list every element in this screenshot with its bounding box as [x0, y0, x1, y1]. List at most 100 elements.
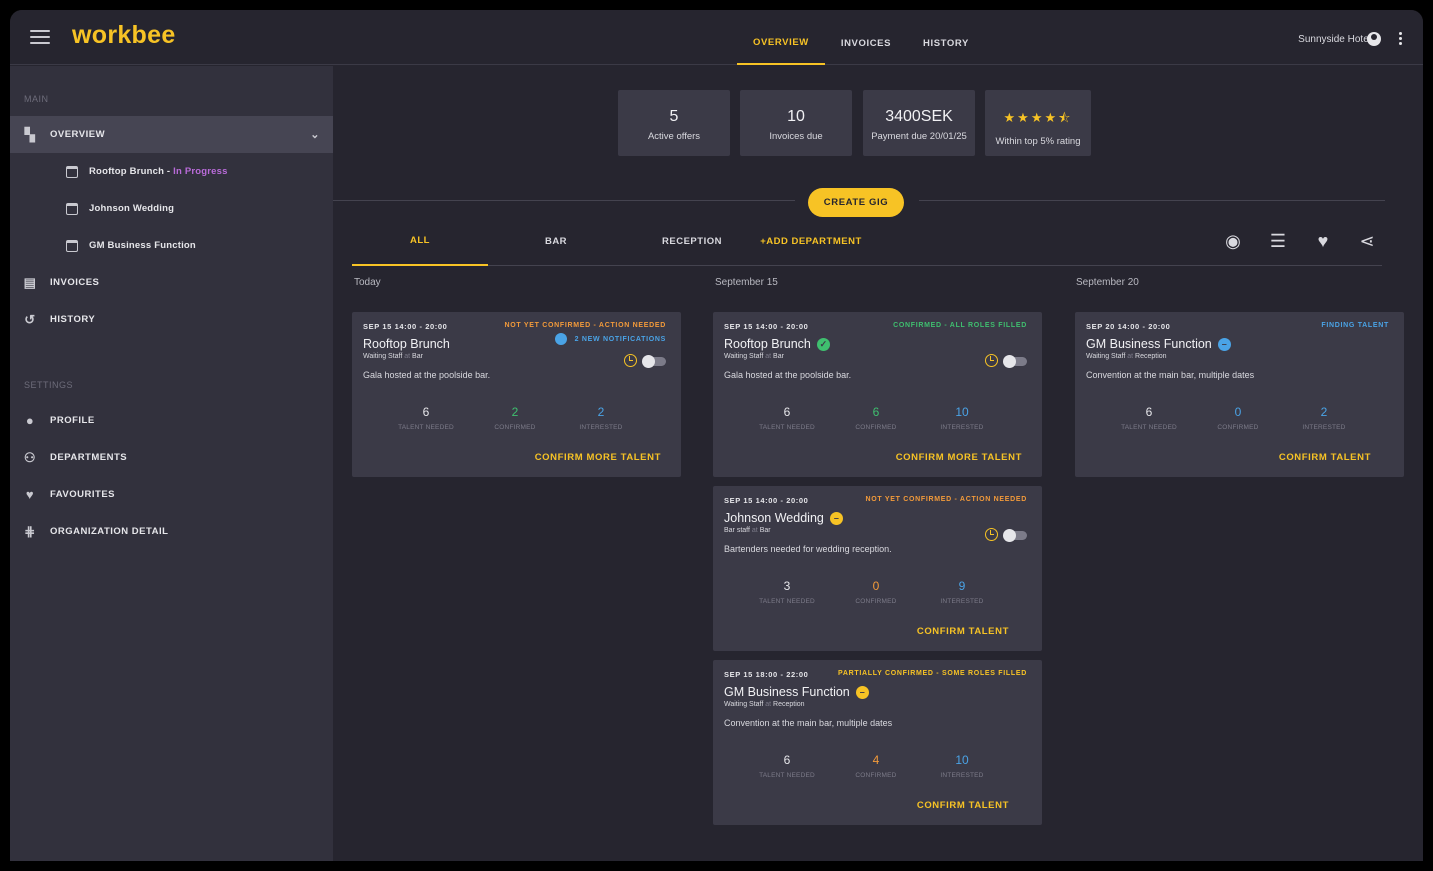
- gig-toggle[interactable]: [1003, 529, 1027, 542]
- heart-icon[interactable]: ♥: [1313, 231, 1333, 251]
- talent-interested: 10 INTERESTED: [940, 753, 984, 779]
- sidebar-subitem-johnson-wedding[interactable]: Johnson Wedding: [10, 190, 333, 227]
- tab-bar[interactable]: BAR: [522, 216, 590, 266]
- dashboard-icon: ▚: [24, 126, 36, 142]
- stat-value: 5: [669, 108, 679, 125]
- gig-status: CONFIRMED - ALL ROLES FILLED: [893, 322, 1027, 329]
- gig-card[interactable]: SEP 15 18:00 - 22:00 PARTIALLY CONFIRMED…: [713, 660, 1042, 825]
- sidebar-item-label: DEPARTMENTS: [50, 452, 128, 463]
- sidebar-item-overview[interactable]: ▚ OVERVIEW ⌄: [10, 116, 333, 153]
- gig-card[interactable]: SEP 15 14:00 - 20:00 NOT YET CONFIRMED -…: [352, 312, 681, 477]
- confirm-talent-button[interactable]: CONFIRM MORE TALENT: [896, 452, 1022, 463]
- gig-time: SEP 15 14:00 - 20:00: [363, 322, 448, 331]
- sidebar-subitem-gm-business-function[interactable]: GM Business Function: [10, 227, 333, 264]
- sidebar-subitem-label: GM Business Function: [89, 240, 196, 251]
- chevron-down-icon[interactable]: ⌄: [310, 128, 320, 141]
- gig-status: FINDING TALENT: [1321, 322, 1389, 329]
- app-logo[interactable]: workbee: [72, 21, 176, 50]
- confirm-talent-button[interactable]: CONFIRM TALENT: [917, 626, 1009, 637]
- sidebar-item-departments[interactable]: ⚇ DEPARTMENTS: [10, 439, 333, 476]
- talent-needed: 6 TALENT NEEDED: [759, 753, 815, 779]
- star-rating-icon: ★★★★⯪: [1003, 110, 1073, 125]
- gig-role: Bar staff at Bar: [724, 527, 771, 534]
- tab-invoices[interactable]: INVOICES: [825, 10, 907, 65]
- talent-confirmed: 0 CONFIRMED: [1217, 405, 1259, 431]
- tab-overview[interactable]: OVERVIEW: [737, 10, 825, 65]
- column-label-today: Today: [354, 277, 381, 288]
- stat-value: 3400SEK: [885, 108, 953, 125]
- bell-icon: [554, 333, 567, 345]
- sidebar-item-label: HISTORY: [50, 314, 96, 325]
- list-icon[interactable]: ☰: [1268, 231, 1288, 251]
- gig-toggle[interactable]: [642, 355, 666, 368]
- talent-interested: 9 INTERESTED: [940, 579, 984, 605]
- gig-card[interactable]: SEP 15 14:00 - 20:00 NOT YET CONFIRMED -…: [713, 486, 1042, 651]
- notifications-link[interactable]: 2 NEW NOTIFICATIONS: [554, 333, 666, 345]
- tab-reception[interactable]: RECEPTION: [652, 216, 732, 266]
- tab-all[interactable]: ALL: [352, 216, 488, 266]
- device-frame: workbee OVERVIEW INVOICES HISTORY Sunnys…: [0, 0, 1433, 871]
- gig-card[interactable]: SEP 20 14:00 - 20:00 FINDING TALENT GM B…: [1075, 312, 1404, 477]
- stat-payment-due[interactable]: 3400SEK Payment due 20/01/25: [863, 90, 975, 156]
- confirm-talent-button[interactable]: CONFIRM TALENT: [917, 800, 1009, 811]
- status-in-progress: In Progress: [173, 166, 228, 177]
- gig-role: Waiting Staff at Bar: [724, 353, 784, 360]
- stat-label: Invoices due: [769, 131, 823, 142]
- stat-label: Active offers: [647, 131, 701, 142]
- account-name[interactable]: Sunnyside Hotel: [1298, 34, 1371, 45]
- sidebar-item-profile[interactable]: ● PROFILE: [10, 402, 333, 439]
- more-vert-icon[interactable]: [1399, 32, 1403, 46]
- top-bar: workbee OVERVIEW INVOICES HISTORY Sunnys…: [10, 10, 1423, 65]
- sidebar-item-favourites[interactable]: ♥ FAVOURITES: [10, 476, 333, 513]
- sidebar-subitem-label: Johnson Wedding: [89, 203, 175, 214]
- share-icon[interactable]: ⋖: [1357, 231, 1377, 251]
- confirm-talent-button[interactable]: CONFIRM MORE TALENT: [535, 452, 661, 463]
- talent-confirmed: 4 CONFIRMED: [855, 753, 897, 779]
- person-icon: ●: [25, 412, 35, 428]
- sidebar-item-label: ORGANIZATION DETAIL: [50, 526, 169, 537]
- gig-title: Rooftop Brunch: [363, 337, 450, 351]
- sidebar-section-main: MAIN: [24, 94, 49, 104]
- talent-confirmed: 2 CONFIRMED: [494, 405, 536, 431]
- clock-icon[interactable]: [624, 354, 637, 367]
- stat-active-offers[interactable]: 5 Active offers: [618, 90, 730, 156]
- add-department-button[interactable]: +ADD DEPARTMENT: [756, 216, 866, 266]
- history-icon: ↺: [24, 311, 36, 327]
- gig-title: Rooftop Brunch ✓: [724, 337, 830, 351]
- gig-description: Gala hosted at the poolside bar.: [363, 370, 491, 380]
- gig-card[interactable]: SEP 15 14:00 - 20:00 CONFIRMED - ALL ROL…: [713, 312, 1042, 477]
- talent-needed: 6 TALENT NEEDED: [1121, 405, 1177, 431]
- menu-icon[interactable]: [30, 30, 50, 46]
- sidebar-item-label: FAVOURITES: [50, 489, 115, 500]
- calendar-icon: [66, 239, 78, 252]
- tab-history[interactable]: HISTORY: [907, 10, 985, 65]
- sidebar-subitem-label: Rooftop Brunch - In Progress: [89, 166, 228, 177]
- people-icon: ⚇: [23, 449, 37, 465]
- sidebar-subitem-rooftop-brunch[interactable]: Rooftop Brunch - In Progress: [10, 153, 333, 190]
- gig-role: Waiting Staff at Bar: [363, 353, 423, 360]
- gig-description: Convention at the main bar, multiple dat…: [724, 718, 893, 728]
- sidebar-item-label: OVERVIEW: [50, 129, 106, 140]
- gig-status: PARTIALLY CONFIRMED - SOME ROLES FILLED: [838, 670, 1027, 677]
- stat-invoices-due[interactable]: 10 Invoices due: [740, 90, 852, 156]
- gig-time: SEP 15 14:00 - 20:00: [724, 322, 809, 331]
- sidebar-item-organization-detail[interactable]: ⋕ ORGANIZATION DETAIL: [10, 513, 333, 550]
- gig-title: GM Business Function –: [724, 685, 869, 699]
- sidebar-item-history[interactable]: ↺ HISTORY: [10, 301, 333, 338]
- confirm-talent-button[interactable]: CONFIRM TALENT: [1279, 452, 1371, 463]
- account-circle-icon[interactable]: [1367, 32, 1381, 46]
- create-gig-button[interactable]: CREATE GIG: [808, 188, 904, 217]
- top-tabs: OVERVIEW INVOICES HISTORY: [737, 10, 985, 65]
- clock-icon[interactable]: [985, 528, 998, 541]
- column-label-sep-15: September 15: [715, 277, 778, 288]
- gig-toggle[interactable]: [1003, 355, 1027, 368]
- gig-title: Johnson Wedding –: [724, 511, 843, 525]
- sidebar-item-invoices[interactable]: ▤ INVOICES: [10, 264, 333, 301]
- clock-icon[interactable]: [985, 354, 998, 367]
- stat-label: Payment due 20/01/25: [871, 131, 967, 142]
- minus-circle-icon: –: [855, 685, 869, 699]
- talent-confirmed: 0 CONFIRMED: [855, 579, 897, 605]
- stat-rating[interactable]: ★★★★⯪ Within top 5% rating: [985, 90, 1091, 156]
- eye-icon[interactable]: ◉: [1223, 231, 1243, 251]
- column-label-sep-20: September 20: [1076, 277, 1139, 288]
